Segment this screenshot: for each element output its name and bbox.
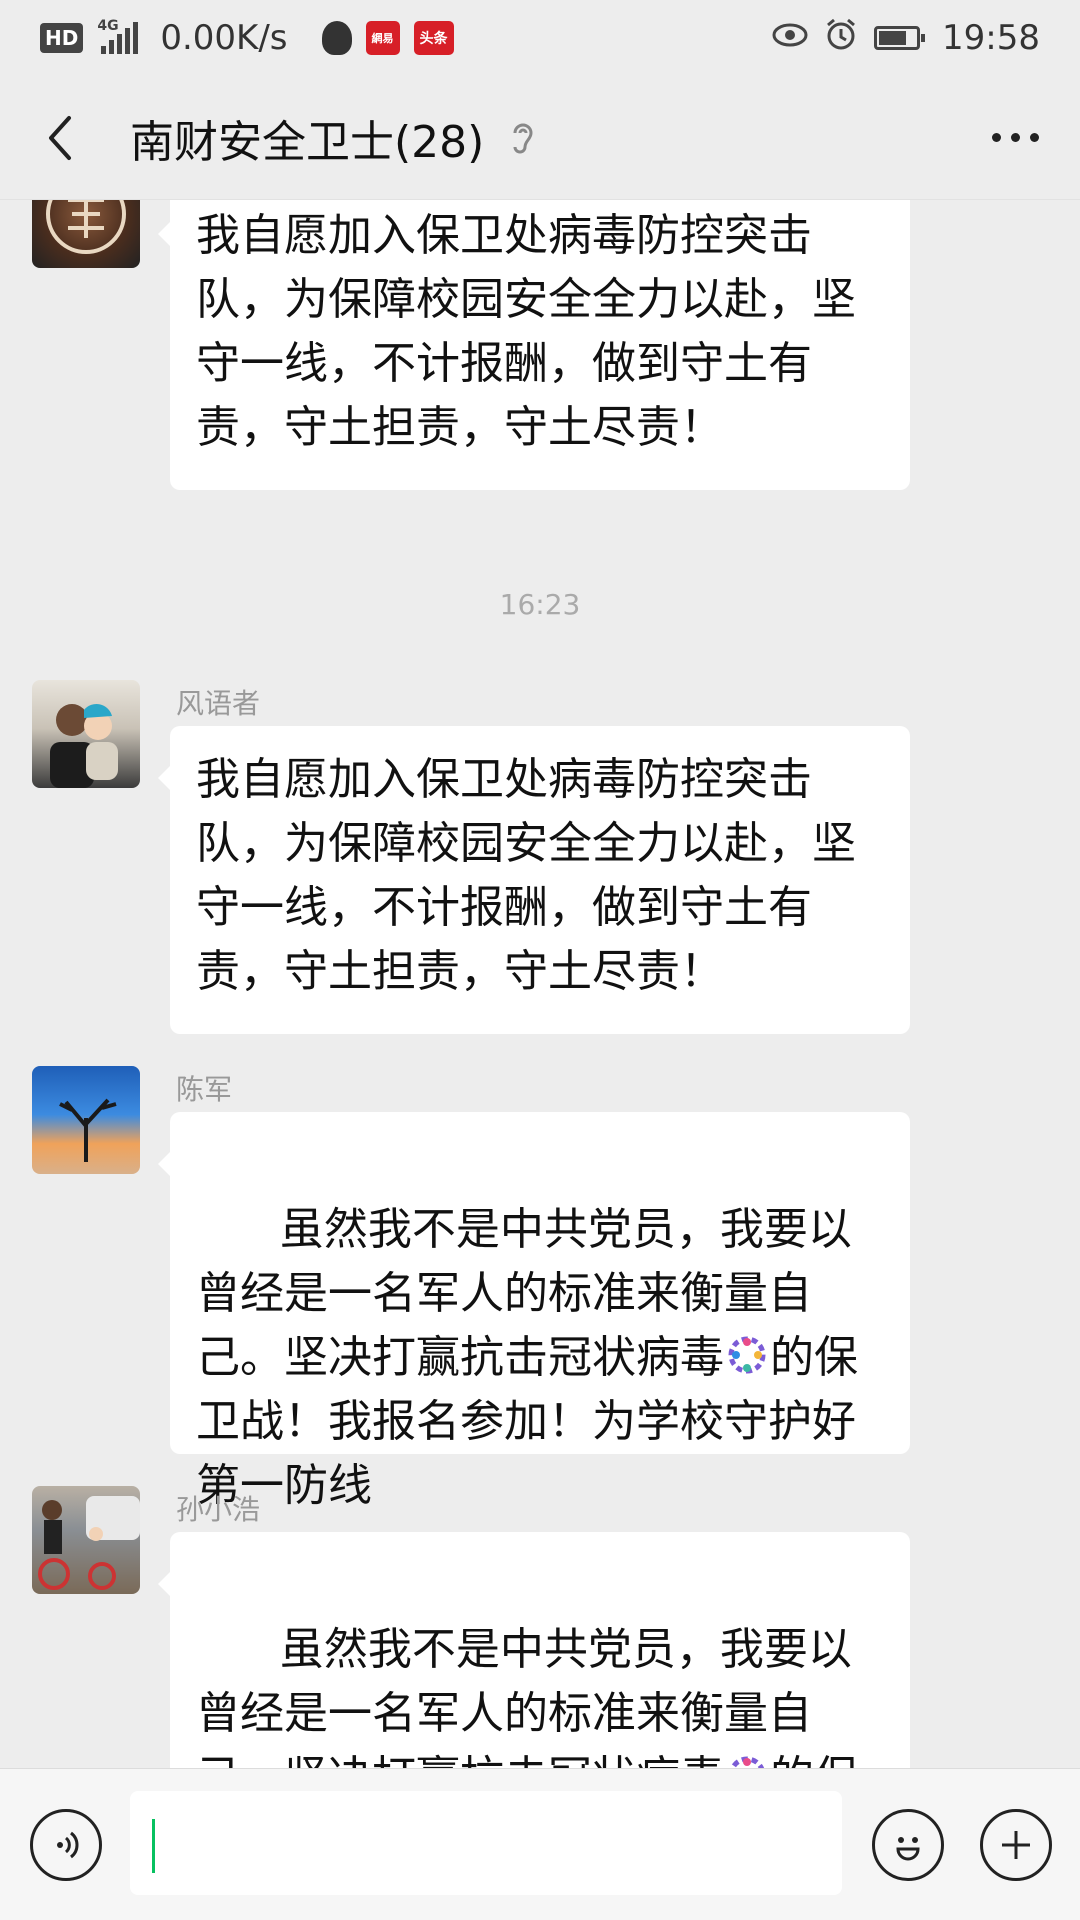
network-label: 4G <box>97 18 119 34</box>
bike-photo-avatar-image <box>38 1496 140 1590</box>
message-bubble[interactable]: 我自愿加入保卫处病毒防控突击队，为保障校园安全全力以赴，坚守一线，不计报酬，做到… <box>158 200 910 490</box>
status-bar: HD 4G 0.00K/s 網易 头条 19:58 <box>0 0 1080 76</box>
avatar[interactable] <box>32 1486 140 1594</box>
voice-icon <box>57 1831 79 1859</box>
virus-emoji-icon <box>729 1756 765 1768</box>
avatar[interactable] <box>32 680 140 788</box>
chat-message-list[interactable]: 我自愿加入保卫处病毒防控突击队，为保障校园安全全力以赴，坚守一线，不计报酬，做到… <box>0 200 1080 1768</box>
sender-name: 陈军 <box>176 1073 233 1106</box>
sender-name: 孙小浩 <box>176 1493 261 1526</box>
battery-icon <box>874 26 926 50</box>
message-input-bar <box>0 1768 1080 1920</box>
chat-title: 南财安全卫士(28) <box>130 116 485 168</box>
more-options-button[interactable] <box>980 108 1050 168</box>
message-bubble[interactable]: 我自愿加入保卫处病毒防控突击队，为保障校园安全全力以赴，坚守一线，不计报酬，做到… <box>158 726 910 1034</box>
voice-input-button[interactable] <box>30 1809 102 1881</box>
more-dot <box>1029 133 1039 142</box>
virus-emoji-icon <box>728 1336 766 1374</box>
status-left: HD 4G 0.00K/s 網易 头条 <box>40 18 454 58</box>
sender-name: 风语者 <box>176 687 261 720</box>
more-dot <box>1010 133 1020 142</box>
back-button[interactable] <box>30 108 90 168</box>
chat-header: 南财安全卫士(28) <box>0 76 1080 200</box>
smiley-icon <box>896 1837 920 1861</box>
netease-notification-icon: 網易 <box>365 21 400 55</box>
family-photo-avatar-image <box>50 703 118 788</box>
chevron-left-icon <box>49 115 71 160</box>
seal-avatar-image <box>46 200 126 254</box>
clock-time: 19:58 <box>942 18 1040 58</box>
message-text: 虽然我不是中共党员，我要以曾经是一名军人的标准来衡量自己。坚决打赢抗击冠状病毒 <box>196 1624 852 1768</box>
avatar[interactable] <box>32 1066 140 1174</box>
message-bubble[interactable]: 虽然我不是中共党员，我要以曾经是一名军人的标准来衡量自己。坚决打赢抗击冠状病毒的… <box>158 1532 910 1768</box>
message-timestamp: 16:23 <box>499 588 581 621</box>
network-speed: 0.00K/s <box>160 18 288 58</box>
emoji-button[interactable] <box>872 1809 944 1881</box>
qq-notification-icon <box>321 21 352 55</box>
more-functions-button[interactable] <box>980 1809 1052 1881</box>
toutiao-notification-icon: 头条 <box>413 21 454 55</box>
desert-tree-avatar-image <box>59 1098 117 1162</box>
message-text-input[interactable] <box>130 1791 842 1895</box>
signal-icon: 4G <box>97 18 139 54</box>
message-bubble[interactable]: 虽然我不是中共党员，我要以曾经是一名军人的标准来衡量自己。坚决打赢抗击冠状病毒的… <box>158 1112 910 1511</box>
status-right: 19:58 <box>772 17 1040 60</box>
avatar[interactable] <box>32 200 140 268</box>
eye-comfort-icon <box>772 18 808 58</box>
text-caret <box>152 1819 155 1873</box>
more-dot <box>991 133 1001 142</box>
alarm-icon <box>824 17 858 60</box>
hd-indicator: HD <box>40 23 84 53</box>
earpiece-mode-icon <box>506 119 538 157</box>
plus-icon <box>1002 1831 1030 1859</box>
